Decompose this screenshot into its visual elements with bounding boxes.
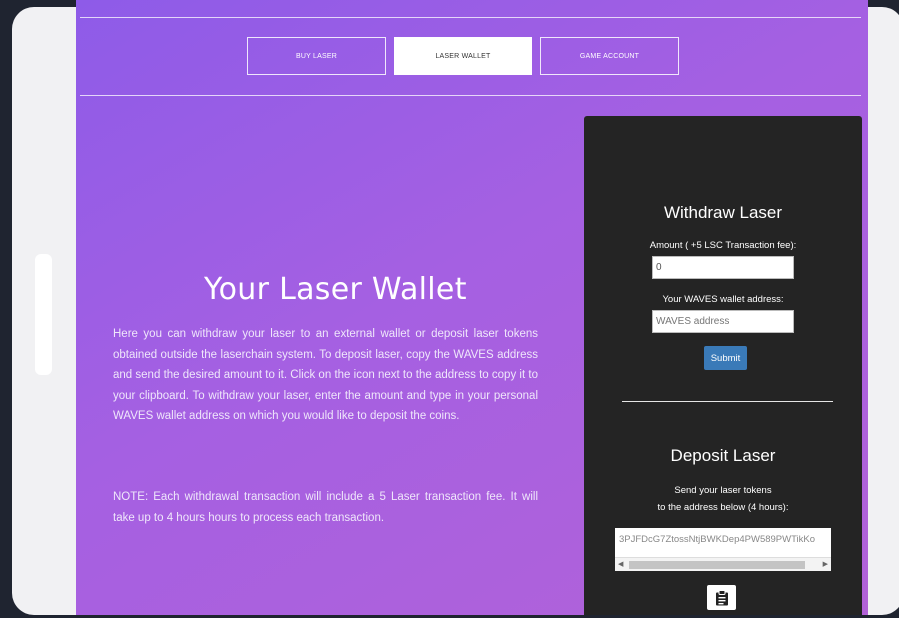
nav-laser-wallet-button[interactable]: LASER WALLET	[394, 37, 532, 75]
panel-divider	[622, 401, 833, 402]
tablet-side-button	[35, 254, 52, 375]
app-screen: BUY LASER LASER WALLET GAME ACCOUNT Your…	[76, 0, 868, 615]
deposit-title: Deposit Laser	[670, 446, 776, 465]
nav-divider	[80, 95, 861, 96]
address-scrollbar[interactable]: ◀ ▶	[615, 557, 831, 571]
deposit-instructions-line1: Send your laser tokens	[674, 485, 772, 496]
scrollbar-thumb[interactable]	[629, 561, 805, 569]
wallet-description: Here you can withdraw your laser to an e…	[113, 328, 538, 422]
arrow-right-icon[interactable]: ▶	[823, 560, 828, 568]
nav-game-account-button[interactable]: GAME ACCOUNT	[540, 37, 679, 75]
page-title: Your Laser Wallet	[204, 272, 467, 307]
withdraw-title: Withdraw Laser	[663, 203, 783, 222]
amount-label: Amount ( +5 LSC Transaction fee):	[649, 240, 797, 251]
arrow-left-icon[interactable]: ◀	[618, 560, 623, 568]
deposit-address[interactable]: 3PJFDcG7ZtossNtjBWKDep4PW589PWTikKo	[619, 534, 815, 545]
top-divider	[80, 17, 861, 18]
wallet-address-label: Your WAVES wallet address:	[662, 294, 784, 305]
wallet-address-input[interactable]	[652, 310, 794, 333]
deposit-instructions-line2: to the address below (4 hours):	[657, 502, 789, 513]
submit-button[interactable]: Submit	[704, 346, 747, 370]
copy-address-button[interactable]	[707, 585, 736, 610]
clipboard-icon	[715, 589, 728, 605]
nav-buy-laser-button[interactable]: BUY LASER	[247, 37, 386, 75]
fee-note: NOTE: Each withdrawal transaction will i…	[113, 491, 538, 524]
amount-input[interactable]	[652, 256, 794, 279]
deposit-address-box[interactable]: 3PJFDcG7ZtossNtjBWKDep4PW589PWTikKo ◀ ▶	[615, 528, 831, 571]
wallet-panel: Withdraw Laser Amount ( +5 LSC Transacti…	[584, 116, 862, 615]
